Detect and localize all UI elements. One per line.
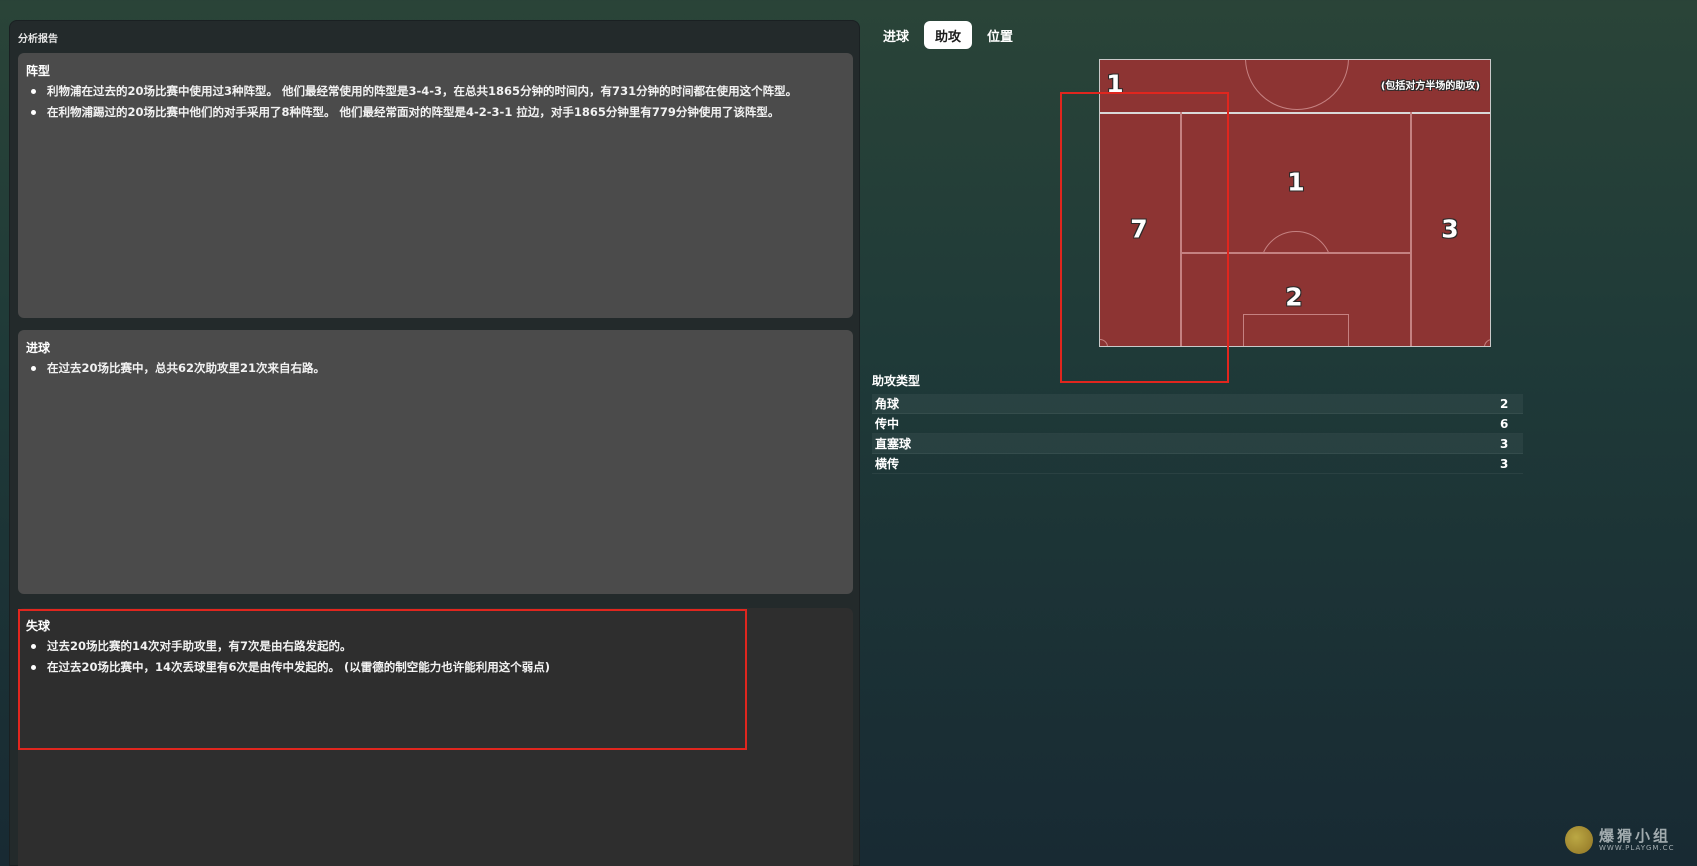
- list-item: 过去20场比赛的14次对手助攻里，有7次是由右路发起的。: [26, 639, 845, 654]
- assist-zone-pitch: 1 (包括对方半场的助攻) 7 1 3 2: [1099, 59, 1491, 347]
- assist-type-value: 6: [1500, 416, 1509, 431]
- conceded-card: 失球 过去20场比赛的14次对手助攻里，有7次是由右路发起的。 在过去20场比赛…: [18, 608, 853, 866]
- zone-top-left-count: 1: [1106, 69, 1124, 99]
- tab-goals[interactable]: 进球: [872, 21, 920, 49]
- watermark-text-group: 爆猾小组 WWW.PLAYGM.CC: [1599, 826, 1675, 852]
- analysis-report-panel: 分析报告 阵型 利物浦在过去的20场比赛中使用过3种阵型。 他们最经常使用的阵型…: [9, 20, 860, 866]
- list-item: 在过去20场比赛中，14次丢球里有6次是由传中发起的。 (以雷德的制空能力也许能…: [26, 660, 845, 675]
- zone-right-count: 3: [1441, 214, 1459, 244]
- table-row: 横传 3: [872, 454, 1523, 474]
- assist-types-table: 角球 2 传中 6 直塞球 3 横传 3: [872, 394, 1523, 474]
- zone-left-count: 7: [1130, 214, 1148, 244]
- assist-type-value: 2: [1500, 396, 1509, 411]
- list-item: 利物浦在过去的20场比赛中使用过3种阵型。 他们最经常使用的阵型是3-4-3，在…: [26, 84, 845, 99]
- goals-list: 在过去20场比赛中，总共62次助攻里21次来自右路。: [26, 361, 845, 376]
- conceded-heading: 失球: [26, 619, 51, 633]
- list-item: 在利物浦踢过的20场比赛中他们的对手采用了8种阵型。 他们最经常面对的阵型是4-…: [26, 105, 845, 120]
- assist-type-label: 直塞球: [875, 437, 912, 451]
- formation-list: 利物浦在过去的20场比赛中使用过3种阵型。 他们最经常使用的阵型是3-4-3，在…: [26, 84, 845, 120]
- pitch-note: (包括对方半场的助攻): [1380, 81, 1480, 92]
- conceded-list: 过去20场比赛的14次对手助攻里，有7次是由右路发起的。 在过去20场比赛中，1…: [26, 639, 845, 675]
- site-watermark: 爆猾小组 WWW.PLAYGM.CC: [1565, 826, 1674, 854]
- zone-center-bottom-count: 2: [1285, 282, 1303, 312]
- stats-tabs: 进球 助攻 位置: [872, 21, 1024, 49]
- table-row: 传中 6: [872, 414, 1523, 434]
- list-item: 在过去20场比赛中，总共62次助攻里21次来自右路。: [26, 361, 845, 376]
- tab-assists[interactable]: 助攻: [924, 21, 973, 49]
- assist-type-label: 角球: [875, 397, 900, 411]
- table-row: 角球 2: [872, 394, 1523, 414]
- assist-type-label: 传中: [875, 417, 900, 431]
- zone-center-top-count: 1: [1287, 167, 1305, 197]
- watermark-logo-icon: [1565, 826, 1593, 854]
- tab-positions[interactable]: 位置: [976, 21, 1024, 49]
- watermark-text: 爆猾小组: [1599, 826, 1672, 845]
- assist-type-label: 横传: [875, 457, 900, 471]
- watermark-url: WWW.PLAYGM.CC: [1599, 843, 1675, 852]
- panel-title: 分析报告: [18, 34, 58, 45]
- formation-heading: 阵型: [26, 64, 51, 78]
- goals-heading: 进球: [26, 341, 51, 355]
- assist-type-value: 3: [1500, 436, 1509, 451]
- formation-card: 阵型 利物浦在过去的20场比赛中使用过3种阵型。 他们最经常使用的阵型是3-4-…: [18, 53, 853, 318]
- assist-types-title: 助攻类型: [872, 374, 921, 388]
- assist-type-value: 3: [1500, 456, 1509, 471]
- goals-card: 进球 在过去20场比赛中，总共62次助攻里21次来自右路。: [18, 330, 853, 594]
- table-row: 直塞球 3: [872, 434, 1523, 454]
